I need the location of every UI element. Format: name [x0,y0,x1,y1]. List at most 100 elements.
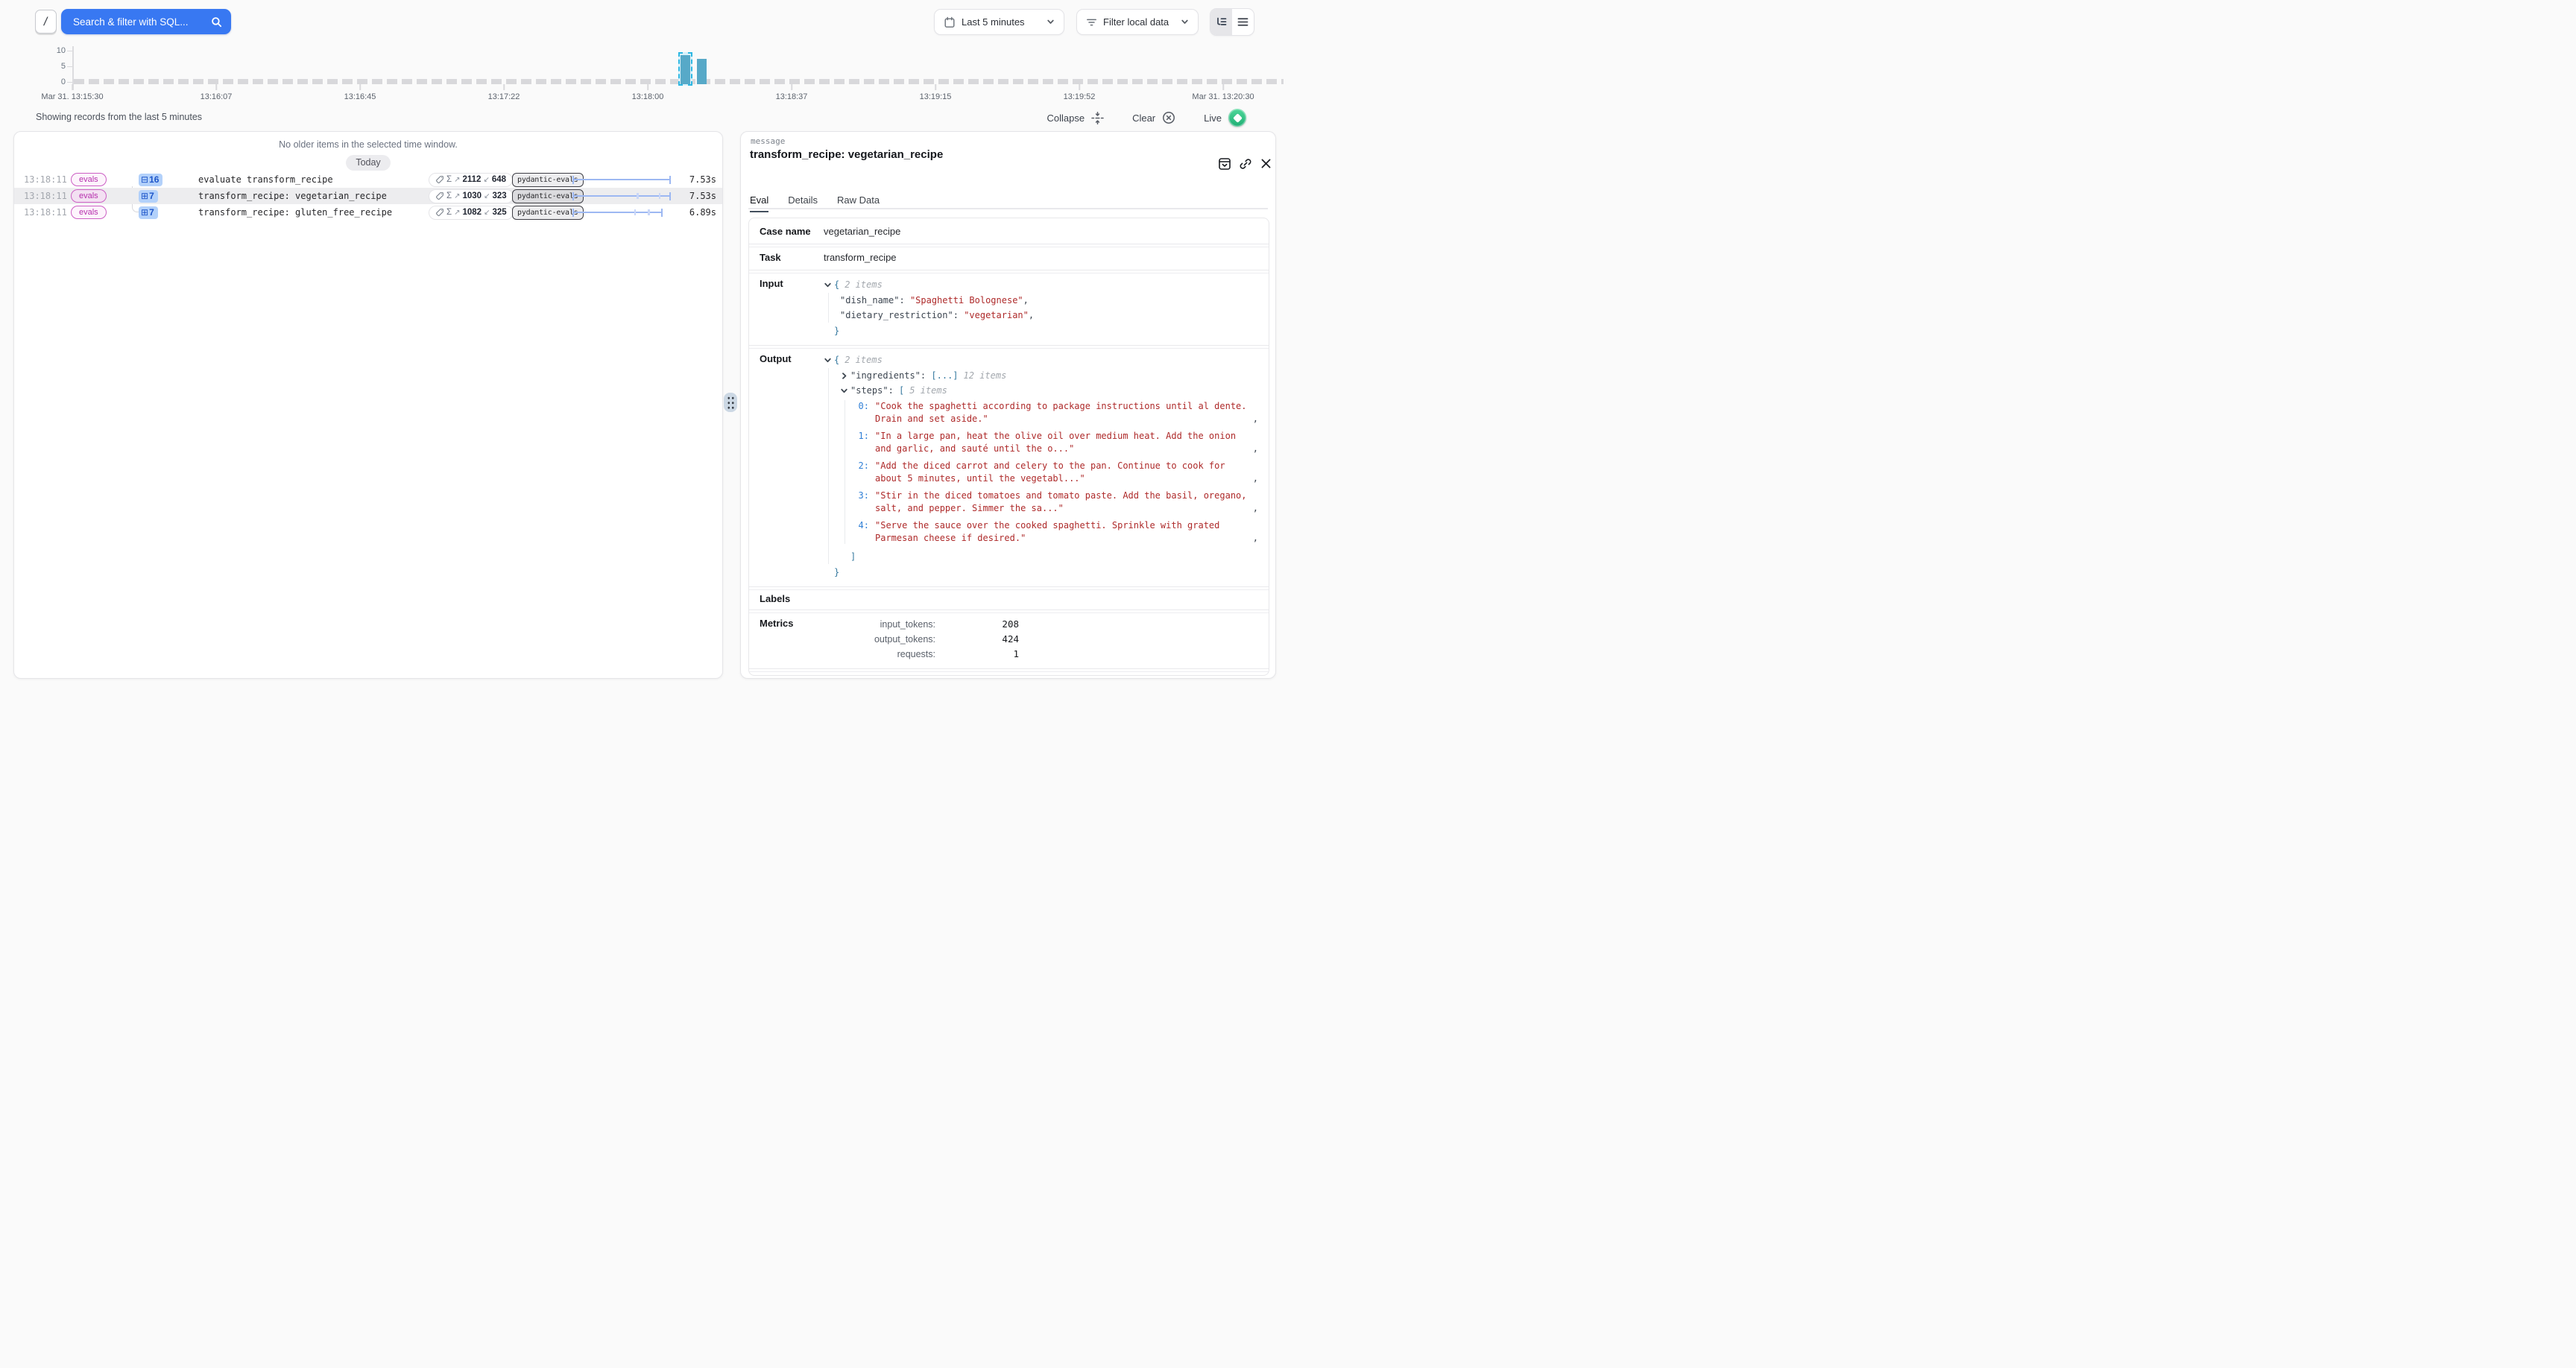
eval-detail-card: Case name vegetarian_recipe Task transfo… [748,218,1269,676]
detail-tabs: Eval Details Raw Data [750,194,899,212]
collapse-expander-icon: ⊟ [141,174,148,185]
json-entry: "dietary_restriction": "vegetarian", [840,308,1258,323]
chevron-right-icon[interactable] [840,372,848,380]
close-panel-icon[interactable] [1260,157,1273,171]
y-axis-tick [67,66,72,68]
records-timeline-chart[interactable]: 10 5 0 Mar 31. 13:15:3013:16:0713:16:451… [0,46,1288,106]
trace-row-vegetarian-recipe[interactable]: 13:18:11 evals ⊞7 transform_recipe: vege… [14,188,722,204]
json-entry: "dish_name": "Spaghetti Bolognese", [840,293,1258,308]
clear-label: Clear [1132,113,1155,124]
histogram-bar[interactable] [681,55,690,84]
dock-panel-icon[interactable] [1218,157,1231,171]
x-axis-tick [503,84,505,90]
time-range-label: Last 5 minutes [962,16,1025,28]
x-axis-tick-label: Mar 31. 13:15:30 [41,92,103,101]
tab-raw-data[interactable]: Raw Data [837,194,880,212]
input-tokens-count: 1030 [463,191,482,200]
sigma-icon: Σ [446,175,452,184]
labels-label: Labels [760,592,824,604]
x-axis-tick [1079,84,1080,90]
x-axis-tick-label: Mar 31. 13:20:30 [1192,92,1254,101]
output-tokens-arrow-icon: ↙ [484,192,490,200]
step-item: 2:"Add the diced carrot and celery to th… [854,460,1258,484]
metric-row: requests:1 [824,647,1258,662]
input-json-viewer: { 2 items "dish_name": "Spaghetti Bologn… [824,277,1258,338]
empty-window-notice: No older items in the selected time wind… [14,139,722,150]
tag-icon [435,175,444,184]
copy-link-icon[interactable] [1239,157,1252,171]
sigma-icon: Σ [446,191,452,200]
tag-icon [435,208,444,217]
filter-lines-icon [1086,17,1097,28]
clear-button[interactable]: Clear [1132,111,1175,124]
output-tokens-count: 648 [492,175,506,184]
row-timestamp: 13:18:11 [24,207,67,218]
expand-icon: ⊞ [141,191,148,201]
labels-section: Labels [749,586,1269,609]
filter-local-data-dropdown[interactable]: Filter local data [1076,9,1199,35]
live-toggle[interactable]: Live [1204,109,1246,127]
status-bar: Showing records from the last 5 minutes … [0,109,1288,127]
collapse-button[interactable]: Collapse [1046,112,1104,124]
chevron-down-icon[interactable] [824,356,832,364]
input-tokens-arrow-icon: ↗ [454,192,460,200]
span-name: evaluate transform_recipe [198,174,333,185]
task-value: transform_recipe [824,251,1258,263]
trace-row-gluten-free-recipe[interactable]: 13:18:11 evals ⊞7 transform_recipe: glut… [14,204,722,221]
tree-view-toggle[interactable] [1210,9,1232,35]
time-range-dropdown[interactable]: Last 5 minutes [934,9,1064,35]
search-button[interactable]: Search & filter with SQL... [61,9,231,34]
panel-resize-handle[interactable] [724,393,737,412]
x-axis-tick-label: 13:19:52 [1064,92,1096,101]
histogram-bar[interactable] [697,59,707,84]
span-count-badge[interactable]: ⊞7 [139,206,158,219]
chevron-down-icon [1181,18,1189,26]
duration-gantt-bar [572,171,671,188]
input-section: Input { 2 items "dish_name": "Spaghetti … [749,270,1269,345]
span-count-badge[interactable]: ⊟16 [139,174,162,186]
service-badge: evals [71,189,107,203]
open-brace: { [834,277,839,292]
task-section: Task transform_recipe [749,244,1269,270]
trace-list-panel: No older items in the selected time wind… [13,131,723,679]
tab-eval[interactable]: Eval [750,194,768,212]
trace-row-evaluate-transform-recipe[interactable]: 13:18:11 evals ⊟16 evaluate transform_re… [14,171,722,188]
shortcut-key-label: / [42,16,48,28]
output-tokens-count: 323 [492,191,506,200]
items-count-note: 2 items [845,352,883,367]
x-axis-tick [791,84,792,90]
task-label: Task [760,251,824,263]
search-button-label: Search & filter with SQL... [73,16,189,28]
span-count-badge[interactable]: ⊞7 [139,190,158,203]
input-tokens-arrow-icon: ↗ [454,176,460,184]
output-label: Output [760,352,824,580]
service-badge: evals [71,173,107,186]
chevron-down-icon[interactable] [824,281,832,289]
output-tokens-arrow-icon: ↙ [483,176,489,184]
step-item: 1:"In a large pan, heat the olive oil ov… [854,430,1258,455]
live-toggle-button[interactable] [1228,109,1246,127]
duration-value: 7.53s [689,174,716,185]
view-mode-toggle [1210,8,1254,36]
y-axis-tick-label: 0 [30,77,66,86]
span-kind-label: message [751,136,785,146]
step-item: 3:"Stir in the diced tomatoes and tomato… [854,490,1258,514]
flat-list-view-toggle[interactable] [1232,9,1254,35]
assertions-section: Assertions × ✓ ✓ [749,668,1269,676]
open-brace: { [834,352,839,367]
clear-circle-x-icon [1162,111,1175,124]
chevron-down-icon[interactable] [840,387,848,395]
span-count: 16 [149,174,159,185]
search-icon [211,16,222,28]
service-badge: evals [71,206,107,219]
day-separator-pill[interactable]: Today [346,155,390,171]
case-name-section: Case name vegetarian_recipe [749,218,1269,244]
x-axis-tick [359,84,361,90]
live-label: Live [1204,113,1222,124]
x-axis-tick [1222,84,1224,90]
metrics-label: Metrics [760,617,824,662]
x-axis-tick-label: 13:18:00 [632,92,664,101]
x-axis-tick [935,84,936,90]
calendar-icon [944,16,956,28]
tab-details[interactable]: Details [788,194,818,212]
